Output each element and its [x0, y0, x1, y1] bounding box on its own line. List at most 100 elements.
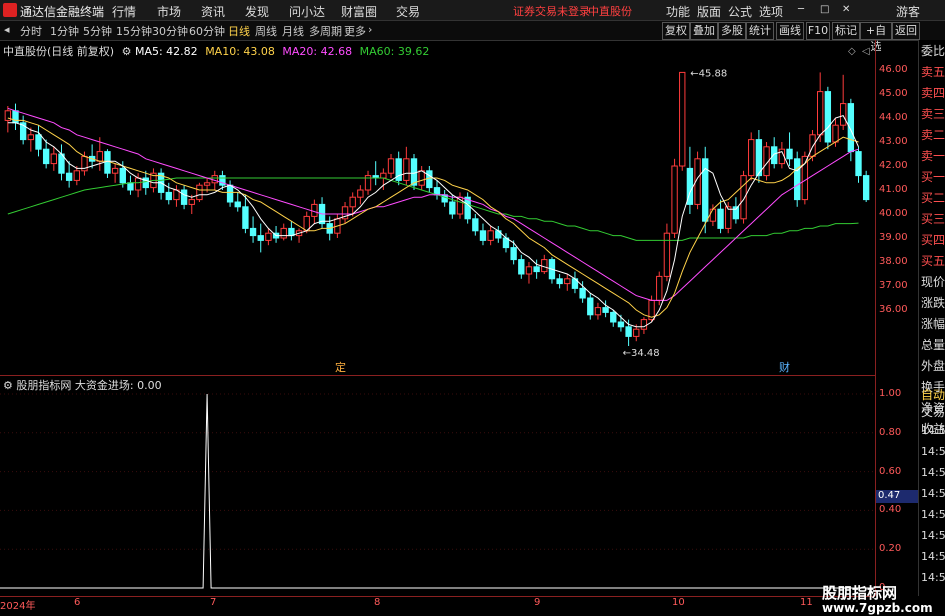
menu-market[interactable]: 行情 — [112, 3, 136, 20]
return-button[interactable]: 返回 — [892, 22, 920, 40]
candle — [142, 170, 149, 195]
tab-daily[interactable]: 日线 — [228, 23, 250, 39]
menu-discover[interactable]: 发现 — [245, 3, 269, 20]
mark-button[interactable]: 标记 — [832, 22, 860, 40]
kline-chart[interactable]: ←45.88 ←34.48 定 财 ◇ ◁ — [0, 40, 875, 375]
multi-stock-button[interactable]: 多股 — [718, 22, 746, 40]
back-arrow-icon[interactable]: ◂ — [4, 23, 10, 36]
event-marker-cai[interactable]: 财 — [779, 360, 790, 374]
price-tick-label: 38.00 — [879, 256, 908, 267]
tab-15min[interactable]: 15分钟 — [116, 23, 152, 39]
tab-60min[interactable]: 60分钟 — [189, 23, 225, 39]
candle-body — [663, 232, 671, 277]
maximize-icon[interactable]: □ — [820, 4, 829, 15]
f10-button[interactable]: F10 — [806, 22, 830, 40]
candle — [295, 228, 303, 243]
minimize-icon[interactable]: ─ — [798, 4, 804, 15]
candle-body — [380, 172, 387, 179]
candle-body — [134, 177, 142, 191]
tab-5min[interactable]: 5分钟 — [83, 23, 112, 39]
candle-body — [127, 182, 134, 191]
candle — [748, 132, 755, 181]
cursor-value-badge: 0.47 — [876, 489, 920, 503]
candle — [318, 197, 326, 229]
tab-more[interactable]: 更多 — [344, 23, 366, 39]
tab-minute[interactable]: 分时 — [20, 23, 42, 39]
quote-panel-label: 卖四 — [921, 86, 945, 100]
draw-button[interactable]: 画线 — [776, 22, 804, 40]
quote-panel-label: 卖五 — [921, 65, 945, 79]
sub-gear-icon[interactable]: ⚙ — [3, 379, 13, 392]
menu-formula[interactable]: 公式 — [728, 3, 752, 20]
menu-news[interactable]: 资讯 — [201, 3, 225, 20]
menu-options[interactable]: 选项 — [759, 3, 783, 20]
candle — [104, 149, 111, 178]
collapse-icon[interactable]: ◁ — [862, 46, 870, 57]
candle — [717, 199, 724, 234]
tab-weekly[interactable]: 周线 — [255, 23, 277, 39]
user-label[interactable]: 游客 — [896, 3, 920, 20]
more-chevron-icon[interactable]: › — [368, 23, 372, 36]
candle-body — [518, 259, 525, 275]
menu-bar: 通达信金融终端 行情 市场 资讯 发现 问小达 财富圈 交易 证券交易未登录 中… — [0, 0, 945, 21]
candle — [479, 223, 487, 246]
candle — [410, 154, 418, 190]
candle — [234, 192, 241, 212]
tab-monthly[interactable]: 月线 — [282, 23, 304, 39]
price-tick-label: 45.00 — [879, 88, 908, 99]
indicator-chart[interactable] — [0, 376, 875, 596]
candle-body — [602, 307, 609, 313]
date-tick-label: 6 — [74, 597, 81, 608]
quote-panel-label: 总量 — [921, 338, 945, 352]
candle-body — [65, 172, 73, 181]
quote-panel-label: 14:56 — [921, 487, 945, 500]
add-favorite-button[interactable]: +自选 — [860, 22, 892, 53]
menu-ask[interactable]: 问小达 — [289, 3, 325, 20]
period-toolbar: ◂ 分时 1分钟 5分钟 15分钟 30分钟 60分钟 日线 周线 月线 多周期… — [0, 21, 945, 53]
candle-body — [211, 175, 218, 184]
overlay-button[interactable]: 叠加 — [690, 22, 718, 40]
menu-marketplace[interactable]: 市场 — [157, 3, 181, 20]
candle-body — [817, 91, 824, 136]
candle-body — [862, 175, 870, 201]
candle-body — [617, 321, 625, 328]
price-axis: 46.00 45.00 44.00 43.00 42.00 41.00 40.00 39.00… — [875, 40, 920, 596]
close-icon[interactable]: ✕ — [842, 4, 850, 15]
quote-panel-label: 14:56 — [921, 571, 945, 584]
tab-multi[interactable]: 多周期 — [309, 23, 342, 39]
tab-30min[interactable]: 30分钟 — [152, 23, 188, 39]
login-warning[interactable]: 证券交易未登录 — [513, 3, 590, 19]
candle — [771, 137, 778, 169]
candle-body — [311, 203, 318, 217]
candle-body — [111, 167, 119, 174]
candle-body — [839, 103, 847, 126]
candle-body — [242, 206, 249, 229]
tab-1min[interactable]: 1分钟 — [50, 23, 79, 39]
diamond-icon[interactable]: ◇ — [848, 46, 856, 57]
menu-trade[interactable]: 交易 — [396, 3, 420, 20]
candle — [786, 132, 793, 166]
candle — [794, 151, 801, 207]
menu-wealth[interactable]: 财富圈 — [341, 3, 377, 20]
candle-body — [541, 259, 548, 273]
fq-button[interactable]: 复权 — [662, 22, 690, 40]
candle-body — [556, 278, 563, 285]
legend-ma5: MA5: 42.82 — [134, 45, 198, 58]
quote-panel-label: 卖二 — [921, 128, 945, 142]
candle-body — [640, 319, 648, 330]
candle-body — [594, 307, 602, 316]
candle — [403, 146, 410, 186]
candle — [280, 223, 287, 241]
candle — [495, 226, 502, 243]
event-marker-ding[interactable]: 定 — [335, 360, 346, 374]
candle — [27, 127, 35, 152]
stats-button[interactable]: 统计 — [746, 22, 774, 40]
candle-body — [257, 235, 264, 241]
gear-icon[interactable]: ⚙ — [122, 45, 132, 58]
candle — [364, 170, 372, 195]
candle-body — [855, 151, 862, 177]
candle — [127, 175, 134, 195]
menu-layout[interactable]: 版面 — [697, 3, 721, 20]
menu-function[interactable]: 功能 — [666, 3, 690, 20]
candle — [755, 130, 763, 183]
